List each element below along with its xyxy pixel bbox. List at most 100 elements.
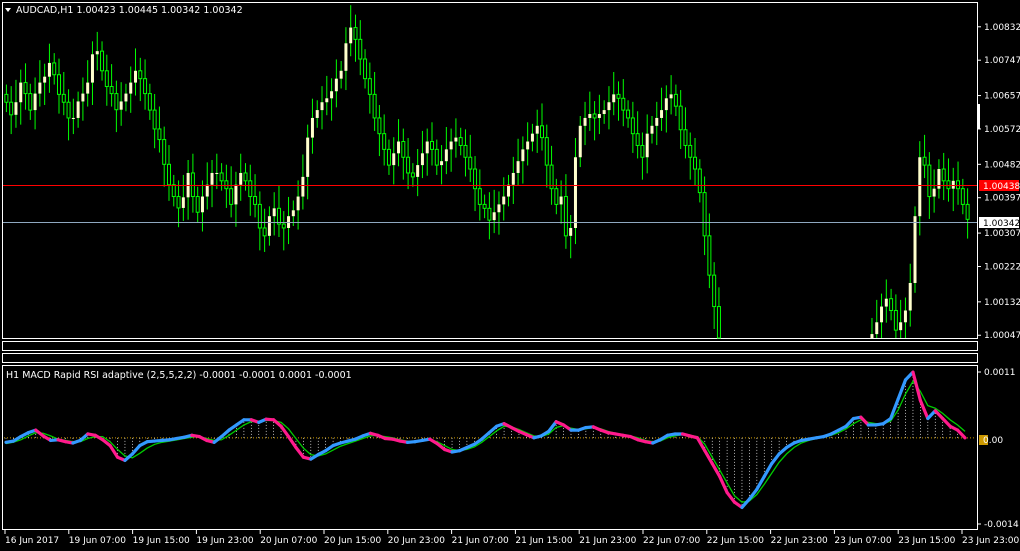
zero-level-tag: 0.00 [979,435,1003,446]
candle [4,84,9,113]
candle [325,75,329,116]
time-tick-label: 22 Jun 23:00 [771,536,828,546]
bid-price-tag: 1.00342 [979,217,1020,229]
macd-segment [755,474,766,491]
pane-separator-2[interactable] [2,353,978,363]
candle [397,119,401,167]
candles-layer [4,5,970,339]
candle [382,114,387,166]
time-tick-label: 22 Jun 15:00 [707,536,764,546]
candle [559,180,563,224]
candle [655,101,659,146]
candle [339,60,343,89]
macd-segment [926,409,937,421]
candle [61,71,66,116]
macd-segment [710,462,722,479]
candle [344,27,348,91]
trading-chart[interactable]: AUDCAD,H1 1.00423 1.00445 1.00342 1.0034… [0,0,1020,551]
candle [497,191,501,235]
candle [697,159,702,203]
candle [549,145,554,205]
candle [683,107,688,159]
candle [262,208,267,252]
candle [602,100,606,124]
candle [19,69,23,125]
candle [143,59,148,110]
time-tick-label: 16 Jun 2017 [5,536,59,546]
macd-segment [718,474,729,495]
candle [899,299,903,338]
candle [224,164,229,208]
candle [38,60,42,107]
candle [884,279,888,323]
candle [573,137,577,245]
candle [430,122,435,166]
candle [71,98,75,135]
candle [195,186,200,223]
indicator-pane[interactable]: H1 MACD Rapid RSI adaptive (2,5,5,2,2) -… [2,365,978,530]
candle [287,196,291,245]
ask-price-label: 1.00438 [983,182,1020,192]
candle [440,145,444,185]
candle [635,111,640,159]
candle [554,178,559,215]
price-tick-label: 1.00222 [984,262,1020,272]
candle [922,134,927,179]
candle [702,176,707,256]
time-tick-label: 21 Jun 07:00 [452,536,509,546]
candle [434,139,439,175]
candle [516,138,520,186]
price-tick-label: 1.00132 [984,298,1020,308]
candle [367,62,372,114]
candle [14,79,18,128]
candle [597,94,601,135]
candle [477,169,482,221]
candle [544,124,549,188]
candle [56,58,61,114]
pane-separator-1[interactable] [2,341,978,351]
candle [673,84,678,116]
candle [176,180,181,228]
indicator-layer [4,370,976,509]
candle [444,126,448,175]
candle [353,14,358,62]
candle [569,215,573,259]
candle [630,101,635,153]
candle [104,54,109,106]
candle [664,85,668,133]
candle [707,213,712,289]
candle [965,188,970,239]
candle [463,129,468,177]
candle [941,152,946,201]
candle [401,128,406,180]
time-tick-label: 21 Jun 23:00 [579,536,636,546]
candle [458,127,463,156]
symbol-menu-icon[interactable] [5,8,11,12]
candle [310,98,314,154]
price-tick-label: 1.00307 [984,229,1020,239]
time-axis: 16 Jun 2017 19 Jun 07:00 19 Jun 15:00 19 Ju… [4,530,1019,546]
candle [272,192,276,236]
axis-scroll-marker[interactable] [977,104,980,129]
candle [420,130,424,179]
candle [951,167,955,212]
candle [716,287,721,339]
price-tick-label: 1.00747 [984,56,1020,66]
candle [47,43,51,93]
candle [960,178,965,215]
indicator-tick-label: -0.0014 [984,520,1019,530]
time-tick-label: 21 Jun 15:00 [515,536,572,546]
candle [109,64,114,107]
candle [257,191,262,251]
macd-segment [108,443,120,459]
price-tick-label: 1.00572 [984,125,1020,135]
price-pane[interactable]: AUDCAD,H1 1.00423 1.00445 1.00342 1.0034… [2,2,978,339]
time-tick-label: 20 Jun 23:00 [388,536,445,546]
candle [152,93,157,149]
candle [539,103,544,151]
candle [616,81,621,121]
candle [893,294,898,338]
candle [23,63,28,110]
candle [612,71,616,116]
candle [253,174,258,218]
